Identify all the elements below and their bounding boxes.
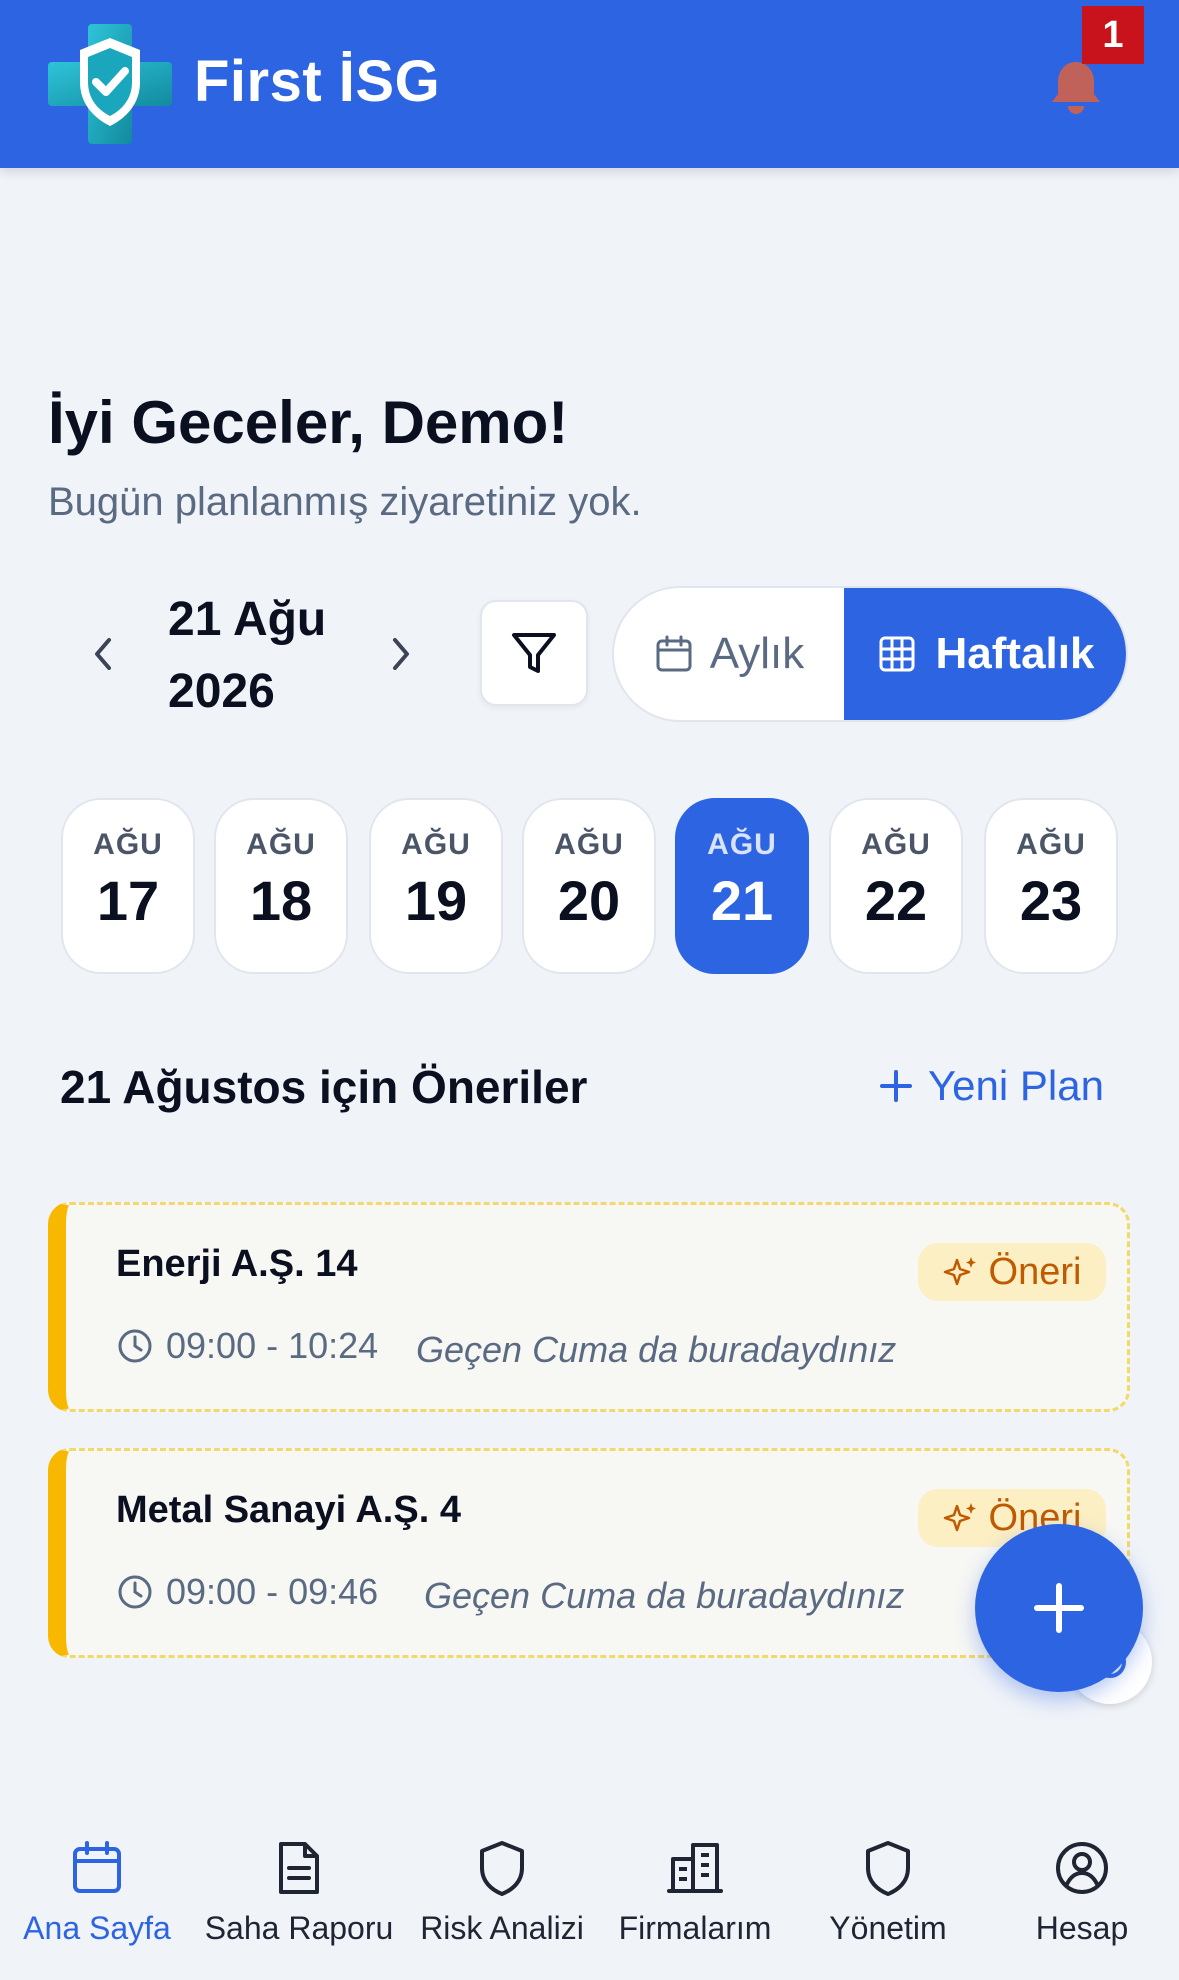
suggestion-badge-label: Öneri (988, 1250, 1082, 1293)
nav-item-home[interactable]: Ana Sayfa (14, 1810, 180, 1980)
sparkles-icon (943, 1503, 976, 1532)
new-plan-button[interactable]: Yeni Plan (878, 1062, 1104, 1110)
nav-label: Saha Raporu (204, 1910, 394, 1946)
suggestions-title: 21 Ağustos için Öneriler (60, 1061, 588, 1113)
previous-date-button[interactable] (72, 620, 132, 688)
monthly-view-button[interactable]: Aylık (614, 588, 844, 720)
clock-icon (118, 1329, 152, 1363)
grid-icon (879, 636, 915, 672)
visit-time-range: 09:00 - 10:24 (166, 1325, 379, 1366)
day-number: 18 (249, 869, 313, 932)
nav-label: Yönetim (829, 1910, 947, 1946)
shield-icon (866, 1841, 910, 1896)
suggestion-badge: Öneri (918, 1243, 1106, 1301)
visit-note: Geçen Cuma da buradaydınız (416, 1329, 897, 1370)
bottom-navigation: Ana Sayfa Saha Raporu Risk Analizi Firma… (0, 1810, 1179, 1980)
greeting-title: İyi Geceler, Demo! (48, 389, 569, 456)
document-icon (279, 1842, 319, 1894)
nav-item-risk-analysis[interactable]: Risk Analizi (410, 1810, 594, 1980)
nav-label: Risk Analizi (420, 1910, 584, 1946)
nav-item-field-report[interactable]: Saha Raporu (198, 1810, 400, 1980)
nav-label: Firmalarım (618, 1910, 772, 1946)
greeting-subtitle: Bugün planlanmış ziyaretiniz yok. (48, 480, 642, 524)
view-toggle: Aylık Haftalık (612, 586, 1128, 722)
calendar-icon (656, 635, 692, 672)
day-number: 22 (864, 869, 928, 932)
new-plan-label: Yeni Plan (928, 1062, 1104, 1109)
bell-icon[interactable] (1050, 58, 1102, 114)
current-date: 21 Ağu 2026 (168, 584, 368, 728)
visit-time-range: 09:00 - 09:46 (166, 1571, 379, 1612)
nav-item-companies[interactable]: Firmalarım (606, 1810, 784, 1980)
chevron-left-icon (95, 638, 111, 670)
day-pill-20[interactable]: AĞU 20 (522, 798, 656, 974)
visit-time: 09:00 - 10:24 (116, 1325, 378, 1367)
weekly-view-label: Haftalık (935, 629, 1095, 678)
weekly-view-button[interactable]: Haftalık (844, 588, 1126, 720)
visit-note: Geçen Cuma da buradaydınız (424, 1575, 905, 1616)
sparkles-icon (943, 1257, 976, 1286)
filter-icon (512, 633, 556, 673)
app-title: First İSG (194, 49, 441, 114)
day-month: AĞU (1016, 828, 1086, 861)
day-number: 19 (404, 869, 468, 932)
nav-item-account[interactable]: Hesap (1020, 1810, 1144, 1980)
day-month: AĞU (707, 828, 777, 861)
day-pill-22[interactable]: AĞU 22 (829, 798, 963, 974)
next-date-button[interactable] (372, 620, 432, 688)
day-month: AĞU (401, 828, 471, 861)
plus-icon (880, 1070, 912, 1102)
day-number: 20 (557, 869, 621, 932)
user-circle-icon (1056, 1842, 1108, 1894)
day-number: 21 (710, 869, 774, 932)
day-pill-18[interactable]: AĞU 18 (214, 798, 348, 974)
add-fab-button[interactable] (975, 1524, 1143, 1692)
nav-label: Hesap (1035, 1910, 1129, 1946)
company-name: Enerji A.Ş. 14 (116, 1243, 358, 1285)
chevron-right-icon (393, 638, 409, 670)
company-name: Metal Sanayi A.Ş. 4 (116, 1489, 461, 1531)
day-pill-19[interactable]: AĞU 19 (369, 798, 503, 974)
app-logo-icon (48, 24, 172, 144)
day-month: AĞU (861, 828, 931, 861)
visit-time: 09:00 - 09:46 (116, 1571, 378, 1613)
day-pill-23[interactable]: AĞU 23 (984, 798, 1118, 974)
clock-icon (118, 1575, 152, 1609)
day-pill-17[interactable]: AĞU 17 (61, 798, 195, 974)
day-number: 23 (1019, 869, 1083, 932)
day-number: 17 (96, 869, 160, 932)
suggestion-card[interactable]: Enerji A.Ş. 14 Öneri 09:00 - 10:24 Geçen… (48, 1202, 1130, 1412)
day-month: AĞU (93, 828, 163, 861)
app-header: First İSG 1 (0, 0, 1179, 168)
day-month: AĞU (246, 828, 316, 861)
calendar-icon (73, 1841, 121, 1893)
day-month: AĞU (554, 828, 624, 861)
current-date-day-month: 21 Ağu (168, 593, 327, 646)
buildings-icon (667, 1843, 723, 1893)
nav-item-management[interactable]: Yönetim (808, 1810, 968, 1980)
notification-badge[interactable]: 1 (1082, 6, 1144, 64)
plus-icon (1034, 1583, 1084, 1633)
day-pill-21[interactable]: AĞU 21 (675, 798, 809, 974)
nav-label: Ana Sayfa (23, 1910, 171, 1946)
monthly-view-label: Aylık (709, 629, 805, 678)
shield-icon (480, 1841, 524, 1896)
suggestion-card[interactable]: Metal Sanayi A.Ş. 4 Öneri 09:00 - 09:46 … (48, 1448, 1130, 1658)
filter-button[interactable] (480, 600, 588, 706)
current-date-year: 2026 (168, 665, 275, 718)
